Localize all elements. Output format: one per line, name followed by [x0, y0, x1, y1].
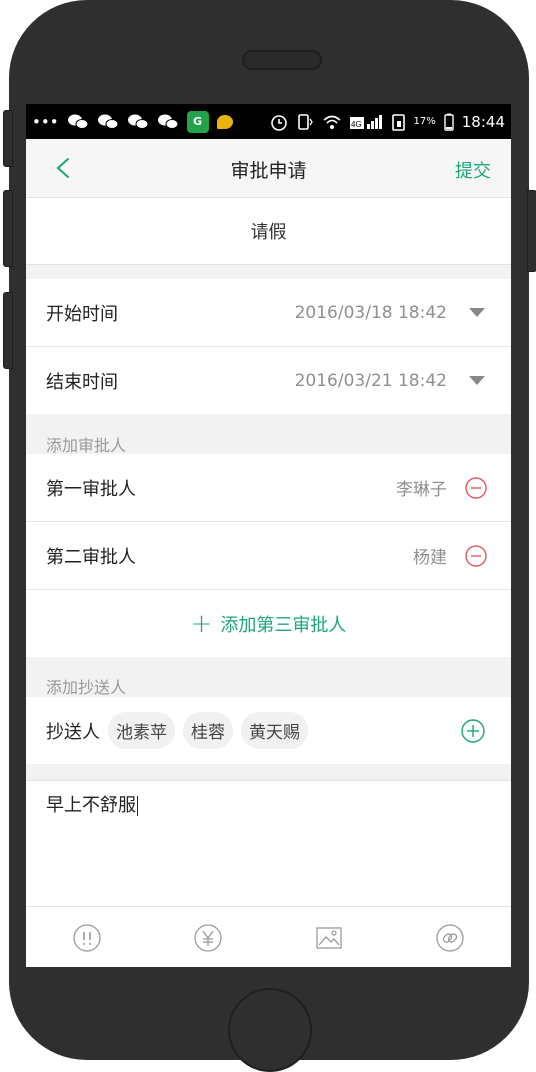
remove-approver-icon[interactable] — [465, 476, 487, 499]
clock-time: 18:44 — [461, 112, 505, 131]
more-dots-icon: ••• — [32, 112, 59, 131]
app-badge-icon: G — [186, 110, 209, 133]
link-icon[interactable] — [435, 923, 465, 953]
wechat-icon — [97, 114, 119, 129]
power-button — [527, 190, 536, 272]
cc-person-chip[interactable]: 黄天赐 — [241, 712, 308, 749]
wifi-icon — [323, 115, 341, 129]
dropdown-arrow-icon[interactable] — [469, 376, 485, 385]
approver-row: 第二审批人 杨建 — [26, 522, 511, 590]
wechat-icon — [157, 114, 179, 129]
phone-speaker — [242, 50, 322, 70]
add-approver-button[interactable]: + 添加第三审批人 — [26, 590, 511, 657]
battery-percent: 17% — [413, 116, 436, 127]
end-time-row[interactable]: 结束时间 2016/03/21 18:42 — [26, 347, 511, 414]
image-icon[interactable] — [314, 923, 344, 953]
volume-down-button — [3, 292, 13, 369]
approver-label: 第二审批人 — [46, 546, 136, 568]
cc-section-label: 添加抄送人 — [46, 678, 127, 697]
home-button[interactable] — [228, 988, 312, 1072]
submit-button[interactable]: 提交 — [455, 157, 491, 183]
end-time-value[interactable]: 2016/03/21 18:42 — [295, 371, 447, 391]
sim-icon — [391, 113, 405, 131]
signal-icon: 4G — [349, 114, 382, 129]
navigation-bar: 审批申请 提交 — [26, 139, 511, 198]
cc-person-chip[interactable]: 池素苹 — [108, 712, 175, 749]
approver-row: 第一审批人 李琳子 — [26, 454, 511, 522]
attachment-toolbar — [26, 906, 511, 967]
cc-label: 抄送人 — [46, 721, 100, 743]
approvers-section-label: 添加审批人 — [46, 436, 127, 455]
volume-up-button — [3, 190, 13, 267]
leave-type-selector[interactable]: 请假 — [26, 198, 511, 265]
wechat-icon — [67, 114, 89, 129]
money-icon[interactable] — [193, 923, 223, 953]
remove-approver-icon[interactable] — [465, 544, 487, 567]
reason-text: 早上不舒服 — [46, 791, 138, 817]
page-title: 审批申请 — [230, 160, 307, 182]
approver-name: 李琳子 — [396, 480, 447, 500]
time-card: 开始时间 2016/03/18 18:42 结束时间 2016/03/21 18… — [26, 279, 511, 414]
vibrate-icon — [297, 113, 313, 130]
svg-text:4G: 4G — [351, 120, 362, 129]
urgent-icon[interactable] — [72, 923, 102, 953]
approvers-card: 第一审批人 李琳子 第二审批人 杨建 + 添加第三审批人 — [26, 454, 511, 657]
start-time-row[interactable]: 开始时间 2016/03/18 18:42 — [26, 279, 511, 347]
status-bar: ••• G 4G 17% 18:44 — [26, 104, 511, 139]
app-screen: ••• G 4G 17% 18:44 审批申请 提交 请假 开始时间 2016/… — [26, 104, 511, 967]
message-bubble-icon — [216, 114, 233, 129]
add-cc-icon[interactable] — [461, 718, 485, 743]
dropdown-arrow-icon[interactable] — [469, 308, 485, 317]
start-time-label: 开始时间 — [46, 303, 118, 325]
reason-textarea[interactable]: 早上不舒服 — [26, 780, 511, 906]
cc-row: 抄送人 池素苹 桂蓉 黄天赐 — [26, 697, 511, 764]
text-cursor — [137, 796, 138, 816]
approver-label: 第一审批人 — [46, 478, 136, 500]
reason-value: 早上不舒服 — [46, 795, 136, 816]
plus-icon: + — [190, 608, 213, 639]
cc-card: 抄送人 池素苹 桂蓉 黄天赐 — [26, 697, 511, 764]
battery-icon — [444, 113, 454, 131]
cc-person-chip[interactable]: 桂蓉 — [183, 712, 233, 749]
alarm-icon — [270, 114, 287, 131]
wechat-icon — [127, 114, 149, 129]
add-approver-label: 添加第三审批人 — [220, 614, 347, 636]
mute-switch — [3, 110, 13, 167]
end-time-label: 结束时间 — [46, 371, 118, 393]
approver-name: 杨建 — [413, 548, 447, 568]
start-time-value[interactable]: 2016/03/18 18:42 — [295, 303, 447, 323]
